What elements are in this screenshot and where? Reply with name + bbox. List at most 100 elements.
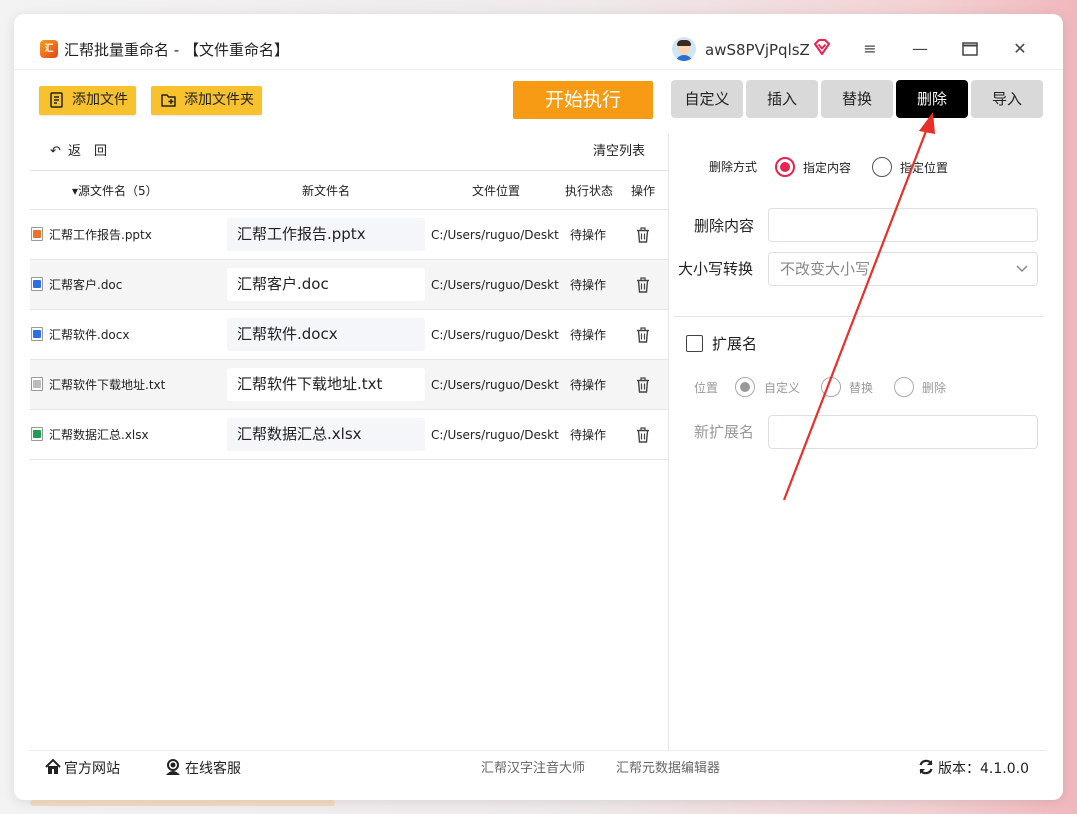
pptx-file-icon — [31, 227, 43, 241]
add-file-label: 添加文件 — [72, 92, 128, 108]
xlsx-file-icon — [31, 427, 43, 441]
radio-ext-custom[interactable] — [735, 377, 755, 397]
pinyin-master-link[interactable]: 汇帮汉字注音大师 — [481, 760, 585, 778]
app-logo-icon: 汇 — [40, 40, 58, 58]
source-name: 汇帮工作报告.pptx — [49, 228, 152, 242]
new-name-field[interactable]: 汇帮客户.doc — [227, 268, 425, 301]
delete-settings-panel: 删除方式 指定内容 指定位置 删除内容 大小写转换 不改变大小写 扩展名 位置 … — [674, 136, 1044, 750]
new-name-field[interactable]: 汇帮软件下载地址.txt — [227, 368, 425, 401]
version-label: 版本： — [938, 761, 980, 777]
new-extension-label: 新扩展名 — [694, 423, 755, 441]
new-name-field[interactable]: 汇帮数据汇总.xlsx — [227, 418, 425, 451]
case-convert-select[interactable]: 不改变大小写 — [768, 252, 1038, 286]
user-avatar[interactable] — [672, 37, 696, 61]
tab-insert[interactable]: 插入 — [746, 80, 818, 118]
new-name-field[interactable]: 汇帮工作报告.pptx — [227, 218, 425, 251]
add-folder-label: 添加文件夹 — [184, 92, 254, 108]
radio-specified-position[interactable] — [872, 157, 892, 177]
version-info: 版本：4.1.0.0 — [938, 760, 1029, 778]
column-source[interactable]: ▾源文件名（5） — [72, 182, 158, 200]
docx-file-icon — [31, 327, 43, 341]
column-status: 执行状态 — [565, 184, 614, 198]
tab-import[interactable]: 导入 — [971, 80, 1043, 118]
file-location: C:/Users/ruguo/Desktop — [431, 428, 559, 442]
row-status: 待操作 — [570, 328, 607, 342]
doc-file-icon — [31, 277, 43, 291]
trash-icon[interactable] — [636, 327, 650, 343]
extension-checkbox[interactable] — [686, 335, 703, 352]
table-row[interactable]: 汇帮数据汇总.xlsx 汇帮数据汇总.xlsx C:/Users/ruguo/D… — [30, 410, 668, 460]
tab-custom[interactable]: 自定义 — [671, 80, 743, 118]
panel-divider — [668, 134, 669, 750]
trash-icon[interactable] — [636, 227, 650, 243]
table-row[interactable]: 汇帮软件.docx 汇帮软件.docx C:/Users/ruguo/Deskt… — [30, 310, 668, 360]
trash-icon[interactable] — [636, 277, 650, 293]
table-header: ▾源文件名（5） 新文件名 文件位置 执行状态 操作 — [30, 170, 668, 210]
add-file-button[interactable]: 添加文件 — [39, 86, 136, 115]
official-website-link[interactable]: 官方网站 — [64, 760, 120, 778]
ext-custom-label[interactable]: 自定义 — [764, 379, 800, 397]
back-button[interactable]: ↶ 返 回 — [50, 143, 107, 161]
row-status: 待操作 — [570, 428, 607, 442]
username[interactable]: awS8PVjPqlsZ — [705, 40, 810, 60]
ext-replace-label[interactable]: 替换 — [849, 379, 873, 397]
table-row[interactable]: 汇帮软件下载地址.txt 汇帮软件下载地址.txt C:/Users/ruguo… — [30, 360, 668, 410]
tab-delete[interactable]: 删除 — [896, 80, 968, 118]
source-name: 汇帮客户.doc — [49, 278, 123, 292]
section-divider — [674, 316, 1044, 317]
app-window: 汇 汇帮批量重命名 - 【文件重命名】 awS8PVjPqlsZ ≡ — ✕ 添… — [14, 14, 1063, 800]
delete-content-label: 删除内容 — [694, 217, 755, 235]
ext-delete-label[interactable]: 删除 — [922, 379, 946, 397]
add-folder-icon — [161, 94, 176, 107]
tab-replace[interactable]: 替换 — [821, 80, 893, 118]
row-status: 待操作 — [570, 278, 607, 292]
back-label: 返 回 — [68, 144, 108, 159]
specified-position-label[interactable]: 指定位置 — [900, 159, 948, 177]
column-location: 文件位置 — [472, 184, 521, 198]
specified-content-label[interactable]: 指定内容 — [803, 159, 851, 177]
title-bar: 汇 汇帮批量重命名 - 【文件重命名】 awS8PVjPqlsZ ≡ — ✕ — [14, 14, 1063, 70]
new-extension-input[interactable] — [768, 415, 1038, 449]
position-label: 位置 — [694, 381, 719, 395]
row-status: 待操作 — [570, 378, 607, 392]
start-button[interactable]: 开始执行 — [513, 81, 653, 119]
back-arrow-icon: ↶ — [50, 144, 61, 159]
trash-icon[interactable] — [636, 377, 650, 393]
delete-content-input[interactable] — [768, 208, 1038, 242]
table-row[interactable]: 汇帮客户.doc 汇帮客户.doc C:/Users/ruguo/Desktop… — [30, 260, 668, 310]
window-title: 汇帮批量重命名 - 【文件重命名】 — [64, 41, 289, 59]
case-convert-label: 大小写转换 — [678, 260, 754, 278]
menu-icon[interactable]: ≡ — [859, 38, 881, 60]
chevron-down-icon — [1016, 265, 1028, 273]
source-name: 汇帮软件下载地址.txt — [49, 378, 166, 392]
minimize-icon[interactable]: — — [909, 38, 931, 60]
file-location: C:/Users/ruguo/Desktop — [431, 378, 559, 392]
radio-ext-delete[interactable] — [894, 377, 914, 397]
column-action: 操作 — [631, 184, 656, 198]
maximize-icon[interactable] — [959, 38, 981, 60]
file-location: C:/Users/ruguo/Desktop — [431, 228, 559, 242]
source-name: 汇帮数据汇总.xlsx — [49, 428, 149, 442]
trash-icon[interactable] — [636, 427, 650, 443]
clear-list-button[interactable]: 清空列表 — [593, 143, 645, 161]
new-name-field[interactable]: 汇帮软件.docx — [227, 318, 425, 351]
add-file-icon — [50, 92, 63, 108]
file-location: C:/Users/ruguo/Desktop — [431, 328, 559, 342]
footer-bar: 官方网站 在线客服 汇帮汉字注音大师 汇帮元数据编辑器 版本：4.1.0.0 — [30, 750, 1047, 786]
online-support-link[interactable]: 在线客服 — [185, 760, 241, 778]
extension-label[interactable]: 扩展名 — [712, 334, 757, 354]
add-folder-button[interactable]: 添加文件夹 — [151, 86, 262, 115]
column-new: 新文件名 — [302, 184, 351, 198]
radio-ext-replace[interactable] — [821, 377, 841, 397]
txt-file-icon — [31, 377, 43, 391]
support-icon — [166, 759, 180, 775]
vip-diamond-icon[interactable] — [813, 38, 831, 56]
table-row[interactable]: 汇帮工作报告.pptx 汇帮工作报告.pptx C:/Users/ruguo/D… — [30, 210, 668, 260]
background-glow — [30, 800, 335, 806]
refresh-icon[interactable] — [917, 758, 935, 776]
radio-specified-content[interactable] — [775, 157, 795, 177]
metadata-editor-link[interactable]: 汇帮元数据编辑器 — [616, 760, 720, 778]
close-icon[interactable]: ✕ — [1009, 38, 1031, 60]
row-status: 待操作 — [570, 228, 607, 242]
case-convert-value: 不改变大小写 — [780, 260, 871, 278]
